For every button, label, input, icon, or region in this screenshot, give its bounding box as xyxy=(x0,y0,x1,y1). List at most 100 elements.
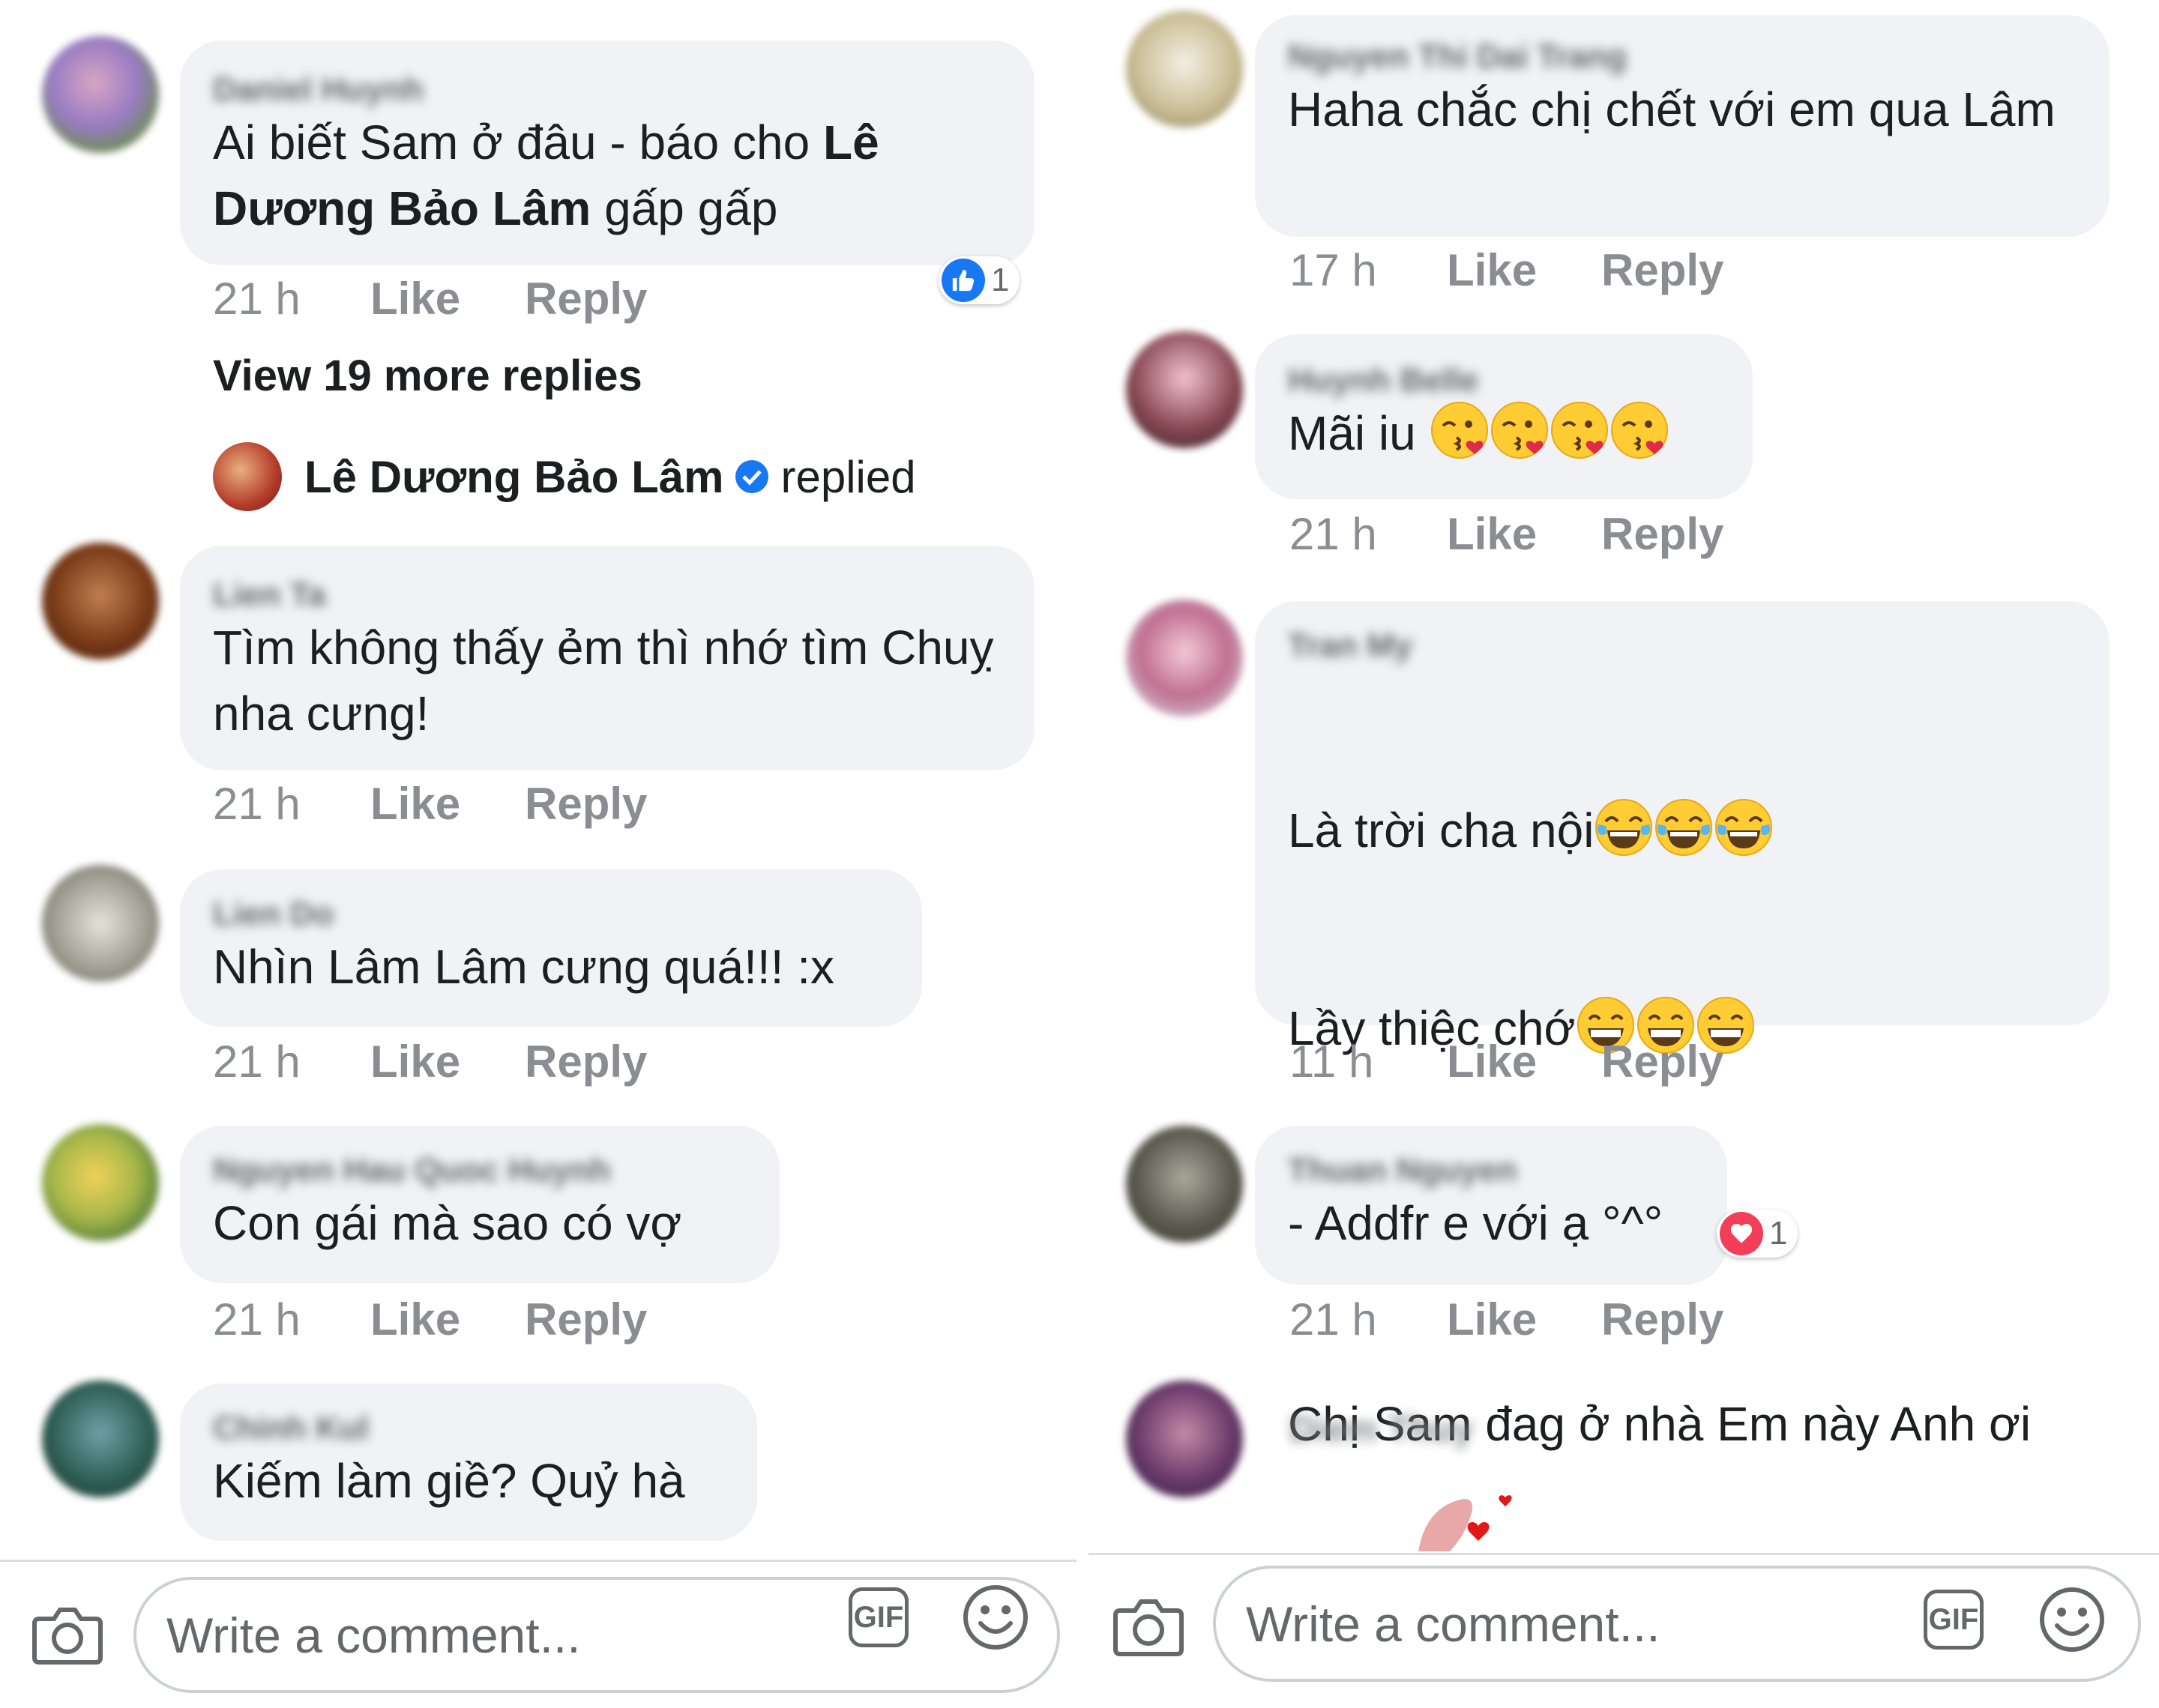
comment-meta: 21 h Like Reply xyxy=(1289,1294,1723,1345)
reply-button[interactable]: Reply xyxy=(1601,1036,1723,1087)
comment-meta: 21 h Like Reply xyxy=(213,273,647,325)
comment-bubble: Huynh Belle Mãi iu xyxy=(1255,334,1753,499)
comment-text: Nhìn Lâm Lâm cưng quá!!! :x xyxy=(213,940,835,994)
comment-bubble: Thuan Nguyen - Addfr e với ạ °^° xyxy=(1255,1126,1727,1285)
panel-divider xyxy=(1077,0,1088,1708)
comment-input[interactable]: Write a comment... xyxy=(133,1577,1060,1693)
replier-name[interactable]: Lê Dương Bảo Lâm xyxy=(304,451,723,503)
tears-of-joy-emoji xyxy=(1654,797,1714,857)
tears-of-joy-emoji xyxy=(1714,797,1774,857)
avatar[interactable] xyxy=(1126,1126,1243,1243)
comment-author[interactable]: Lien Ta xyxy=(213,576,326,615)
comment-author[interactable]: Nguyen Thi Dai Trang xyxy=(1288,37,1627,76)
comment-bubble: Tran My Là trời cha nội Lầy thiệc chớ Ch… xyxy=(1255,601,2110,1025)
comment-input[interactable]: Write a comment... xyxy=(1213,1566,2141,1682)
comment-text: Haha chắc chị chết với em qua Lâm xyxy=(1288,82,2056,136)
like-button[interactable]: Like xyxy=(1447,1294,1601,1345)
comment-author[interactable]: Tran My xyxy=(1288,627,1412,666)
like-button[interactable]: Like xyxy=(370,273,525,325)
comments-panel-left: Daniel Huynh Ai biết Sam ở đâu - báo cho… xyxy=(0,0,1077,1708)
avatar[interactable] xyxy=(1126,10,1243,127)
avatar[interactable] xyxy=(42,865,159,982)
comment-text: Ai biết Sam ở đâu - báo cho Lê Dương Bảo… xyxy=(213,115,893,235)
comment-meta: 17 h Like Reply xyxy=(1289,244,1723,296)
comment-meta: 21 h Like Reply xyxy=(213,1036,647,1087)
avatar[interactable] xyxy=(42,543,159,660)
comment-composer: Write a comment... GIF xyxy=(0,1560,1077,1708)
kiss-emoji xyxy=(1550,400,1610,460)
comment-time[interactable]: 11 h xyxy=(1289,1036,1447,1087)
comment-time[interactable]: 21 h xyxy=(1289,1294,1447,1345)
comment-bubble: Lien Ta Tìm không thấy ẻm thì nhớ tìm Ch… xyxy=(180,546,1035,770)
comment-text: Kiếm làm giề? Quỷ hà xyxy=(213,1454,685,1508)
comment-time[interactable]: 21 h xyxy=(1289,508,1447,560)
comment-input-placeholder: Write a comment... xyxy=(166,1607,581,1663)
comments-panel-right: Nguyen Thi Dai Trang Haha chắc chị chết … xyxy=(1088,0,2159,1708)
reply-button[interactable]: Reply xyxy=(1601,508,1723,560)
gif-icon[interactable]: GIF xyxy=(1924,1590,1984,1650)
comment-author[interactable]: Diem Thuy xyxy=(1289,1410,1473,1449)
avatar[interactable] xyxy=(42,1124,159,1241)
avatar[interactable] xyxy=(42,1380,159,1497)
comment-author[interactable]: Huynh Belle xyxy=(1288,361,1478,400)
reply-button[interactable]: Reply xyxy=(525,1036,647,1087)
comment-time[interactable]: 21 h xyxy=(213,273,370,325)
verified-badge-icon xyxy=(735,460,769,493)
avatar[interactable] xyxy=(1126,1380,1243,1497)
reaction-summary[interactable]: 1 xyxy=(1717,1210,1798,1258)
view-more-replies-link[interactable]: View 19 more replies xyxy=(213,351,642,401)
comment-text: Con gái mà sao có vợ xyxy=(213,1196,682,1250)
avatar[interactable] xyxy=(1126,600,1243,716)
comment-meta: 21 h Like Reply xyxy=(213,1294,647,1345)
like-button[interactable]: Like xyxy=(370,778,525,830)
like-button[interactable]: Like xyxy=(1447,1036,1601,1087)
comment-bubble: Lien Do Nhìn Lâm Lâm cưng quá!!! :x xyxy=(180,869,922,1027)
replied-label: replied xyxy=(780,451,916,502)
comment-time[interactable]: 21 h xyxy=(213,1036,370,1087)
reaction-count: 1 xyxy=(991,262,1010,298)
smiley-icon[interactable] xyxy=(961,1583,1030,1652)
comment-meta: 11 h Like Reply xyxy=(1289,1036,1723,1087)
comment-input-placeholder: Write a comment... xyxy=(1246,1596,1660,1652)
like-button[interactable]: Like xyxy=(1447,244,1601,296)
reply-button[interactable]: Reply xyxy=(1601,1294,1723,1345)
comment-bubble: Daniel Huynh Ai biết Sam ở đâu - báo cho… xyxy=(180,40,1035,265)
comment-author[interactable]: Daniel Huynh xyxy=(213,70,424,109)
comment-text: Mãi iu xyxy=(1288,400,1720,466)
camera-icon[interactable] xyxy=(31,1604,103,1667)
comment-time[interactable]: 21 h xyxy=(213,778,370,830)
like-reaction-icon xyxy=(942,259,985,302)
like-button[interactable]: Like xyxy=(370,1294,525,1345)
reaction-summary[interactable]: 1 xyxy=(939,256,1020,304)
comment-time[interactable]: 21 h xyxy=(213,1294,370,1345)
reply-button[interactable]: Reply xyxy=(525,1294,647,1345)
comment-bubble: Nguyen Thi Dai Trang Haha chắc chị chết … xyxy=(1255,15,2110,237)
comment-bubble: Chinh Kul Kiếm làm giề? Quỷ hà xyxy=(180,1383,757,1541)
comment-author[interactable]: Lien Do xyxy=(213,895,334,934)
reply-button[interactable]: Reply xyxy=(525,273,647,325)
like-button[interactable]: Like xyxy=(1447,508,1601,560)
page-replied-row[interactable]: Lê Dương Bảo Lâm replied xyxy=(213,442,916,511)
smiley-icon[interactable] xyxy=(2038,1585,2107,1654)
avatar[interactable] xyxy=(42,36,159,153)
reply-button[interactable]: Reply xyxy=(1601,244,1723,296)
comment-time[interactable]: 17 h xyxy=(1289,244,1447,296)
comment-author[interactable]: Thuan Nguyen xyxy=(1288,1151,1517,1190)
reply-button[interactable]: Reply xyxy=(525,778,647,830)
comment-text: - Addfr e với ạ °^° xyxy=(1288,1196,1663,1250)
camera-icon[interactable] xyxy=(1112,1596,1184,1659)
kiss-emoji xyxy=(1610,400,1669,460)
love-reaction-icon xyxy=(1720,1212,1763,1255)
sticker-image[interactable] xyxy=(1373,1491,1538,1551)
kiss-emoji xyxy=(1490,400,1550,460)
avatar[interactable] xyxy=(1126,331,1243,448)
comment-text: Tìm không thấy ẻm thì nhớ tìm Chuỵ nha c… xyxy=(213,621,1021,740)
gif-icon[interactable]: GIF xyxy=(849,1587,909,1647)
comment-meta: 21 h Like Reply xyxy=(1289,508,1723,560)
reaction-count: 1 xyxy=(1769,1215,1788,1252)
comment-bubble: Nguyen Hau Quoc Huynh Con gái mà sao có … xyxy=(180,1126,780,1283)
like-button[interactable]: Like xyxy=(370,1036,525,1087)
comment-author[interactable]: Chinh Kul xyxy=(213,1409,369,1448)
comment-author[interactable]: Nguyen Hau Quoc Huynh xyxy=(213,1151,610,1190)
comment-composer: Write a comment... GIF xyxy=(1088,1553,2159,1708)
